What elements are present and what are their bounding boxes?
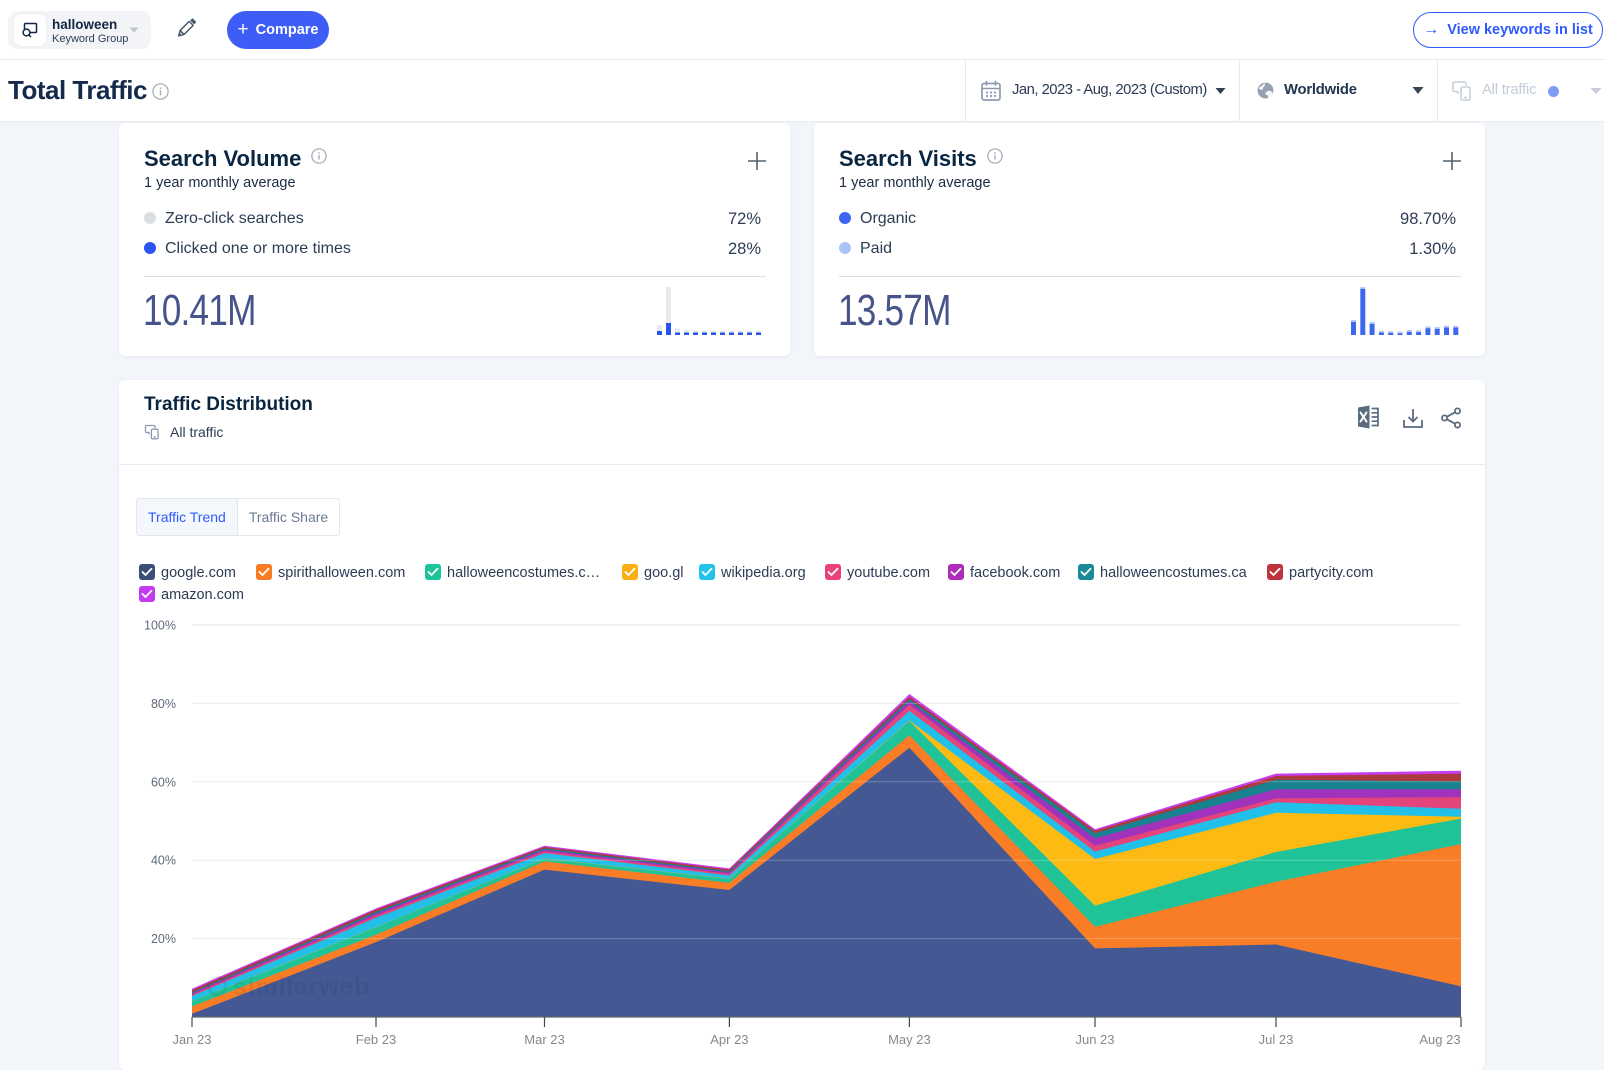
svg-text:Mar 23: Mar 23 (524, 1032, 564, 1047)
svg-text:40%: 40% (151, 854, 176, 868)
svg-text:Aug 23: Aug 23 (1419, 1032, 1460, 1047)
svg-text:80%: 80% (151, 697, 176, 711)
svg-text:Jul 23: Jul 23 (1259, 1032, 1294, 1047)
svg-text:Jan 23: Jan 23 (172, 1032, 211, 1047)
svg-text:20%: 20% (151, 932, 176, 946)
svg-text:60%: 60% (151, 775, 176, 789)
svg-text:similarweb: similarweb (233, 973, 370, 1001)
svg-text:May 23: May 23 (888, 1032, 931, 1047)
svg-text:Apr 23: Apr 23 (710, 1032, 748, 1047)
svg-text:100%: 100% (144, 619, 176, 633)
svg-text:Feb 23: Feb 23 (356, 1032, 396, 1047)
svg-text:Jun 23: Jun 23 (1075, 1032, 1114, 1047)
